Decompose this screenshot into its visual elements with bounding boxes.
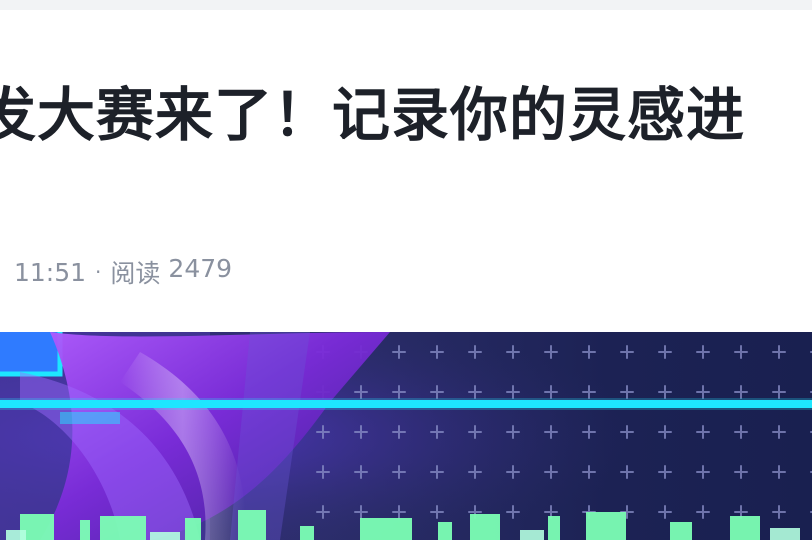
banner-graphic bbox=[0, 332, 812, 540]
article-meta: 11:51 · 阅读 2479 bbox=[14, 254, 232, 290]
read-count: 阅读 2479 bbox=[110, 254, 232, 290]
article-title: 发大赛来了！记录你的灵感进 bbox=[0, 81, 746, 149]
article-page: 发大赛来了！记录你的灵感进 11:51 · 阅读 2479 bbox=[0, 0, 812, 540]
top-divider bbox=[0, 0, 812, 10]
event-banner-image[interactable] bbox=[0, 332, 812, 540]
publish-time: 11:51 bbox=[14, 257, 87, 287]
read-count-label: 阅读 bbox=[110, 259, 161, 288]
meta-separator: · bbox=[95, 260, 102, 284]
read-count-value: 2479 bbox=[168, 254, 233, 283]
